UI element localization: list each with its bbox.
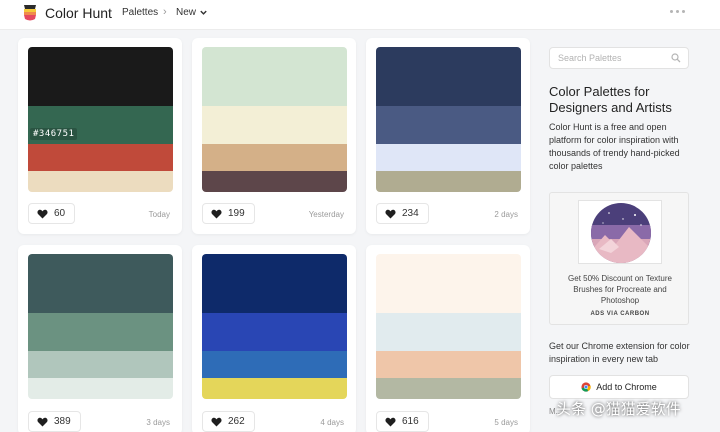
- brand-name[interactable]: Color Hunt: [45, 5, 112, 21]
- like-button[interactable]: 234: [376, 203, 429, 224]
- color-swatch[interactable]: [28, 254, 173, 313]
- top-header: Color Hunt Palettes › New: [0, 0, 720, 30]
- sidebar-title: Color Palettes for Designers and Artists: [549, 84, 672, 115]
- color-swatch[interactable]: [376, 254, 521, 313]
- watermark-text: 头条 @猫猫爱软件: [556, 400, 681, 418]
- heart-icon: [385, 209, 396, 219]
- breadcrumb-separator: ›: [163, 6, 167, 18]
- chrome-extension-text: Get our Chrome extension for color inspi…: [549, 341, 690, 364]
- color-swatch[interactable]: [28, 144, 173, 171]
- color-swatch[interactable]: [202, 351, 347, 378]
- like-count: 60: [54, 208, 66, 219]
- like-count: 199: [228, 208, 245, 219]
- palette-date: 2 days: [494, 210, 518, 219]
- palette-date: 4 days: [320, 418, 344, 427]
- palette-swatches[interactable]: [376, 47, 521, 192]
- like-button[interactable]: 60: [28, 203, 76, 224]
- color-swatch[interactable]: [376, 47, 521, 106]
- color-swatch[interactable]: [376, 378, 521, 399]
- palette-date: Today: [148, 210, 170, 219]
- color-swatch[interactable]: [28, 351, 173, 378]
- color-swatch[interactable]: [202, 171, 347, 192]
- like-button[interactable]: 389: [28, 411, 81, 432]
- palette-date: Yesterday: [308, 210, 344, 219]
- heart-icon: [37, 417, 48, 427]
- color-swatch[interactable]: #346751: [28, 106, 173, 144]
- like-count: 234: [402, 208, 419, 219]
- carbon-ad[interactable]: Get 50% Discount on Texture Brushes for …: [549, 192, 689, 325]
- color-swatch[interactable]: [202, 254, 347, 313]
- palette-swatches[interactable]: [376, 254, 521, 399]
- chevron-down-icon: [200, 10, 207, 15]
- add-to-chrome-label: Add to Chrome: [596, 382, 657, 392]
- more-options-icon[interactable]: [670, 10, 685, 13]
- heart-icon: [385, 417, 396, 427]
- palette-card-2[interactable]: 199 Yesterday: [192, 38, 356, 234]
- add-to-chrome-button[interactable]: Add to Chrome: [549, 375, 689, 399]
- palette-card-3[interactable]: 234 2 days: [366, 38, 530, 234]
- color-swatch[interactable]: [202, 144, 347, 171]
- color-swatch[interactable]: [376, 313, 521, 351]
- ad-text[interactable]: Get 50% Discount on Texture Brushes for …: [556, 273, 684, 306]
- palette-card-1[interactable]: #346751 60 Today: [18, 38, 182, 234]
- nav-new-dropdown[interactable]: New: [176, 7, 208, 18]
- like-button[interactable]: 199: [202, 203, 255, 224]
- color-swatch[interactable]: [376, 351, 521, 378]
- palette-card-6[interactable]: 616 5 days: [366, 245, 530, 432]
- palette-swatches[interactable]: #346751: [28, 47, 173, 192]
- search-icon[interactable]: [671, 53, 681, 63]
- heart-icon: [211, 417, 222, 427]
- hex-code-label[interactable]: #346751: [30, 128, 78, 140]
- color-swatch[interactable]: [202, 106, 347, 144]
- color-swatch[interactable]: [28, 313, 173, 351]
- like-count: 389: [54, 416, 71, 427]
- palette-card-4[interactable]: 389 3 days: [18, 245, 182, 432]
- heart-icon: [37, 209, 48, 219]
- ad-image[interactable]: [578, 200, 662, 264]
- palette-swatches[interactable]: [28, 254, 173, 399]
- color-swatch[interactable]: [202, 378, 347, 399]
- color-swatch[interactable]: [28, 171, 173, 192]
- search-box[interactable]: [549, 47, 689, 69]
- like-button[interactable]: 616: [376, 411, 429, 432]
- color-swatch[interactable]: [202, 47, 347, 106]
- palette-swatches[interactable]: [202, 47, 347, 192]
- color-swatch[interactable]: [28, 378, 173, 399]
- nav-palettes-link[interactable]: Palettes: [122, 7, 158, 18]
- color-swatch[interactable]: [28, 47, 173, 106]
- palette-swatches[interactable]: [202, 254, 347, 399]
- color-swatch[interactable]: [376, 171, 521, 192]
- like-count: 262: [228, 416, 245, 427]
- color-hunt-logo-icon[interactable]: [20, 2, 40, 24]
- color-swatch[interactable]: [202, 313, 347, 351]
- search-input[interactable]: [550, 48, 668, 68]
- like-count: 616: [402, 416, 419, 427]
- color-swatch[interactable]: [376, 106, 521, 144]
- nav-new-label: New: [176, 7, 197, 18]
- heart-icon: [211, 209, 222, 219]
- palette-date: 5 days: [494, 418, 518, 427]
- sidebar-description: Color Hunt is a free and open platform f…: [549, 122, 680, 171]
- ad-via-carbon[interactable]: ADS VIA CARBON: [550, 311, 690, 317]
- color-swatch[interactable]: [376, 144, 521, 171]
- palette-date: 3 days: [146, 418, 170, 427]
- chrome-icon: [581, 382, 591, 392]
- palette-card-5[interactable]: 262 4 days: [192, 245, 356, 432]
- like-button[interactable]: 262: [202, 411, 255, 432]
